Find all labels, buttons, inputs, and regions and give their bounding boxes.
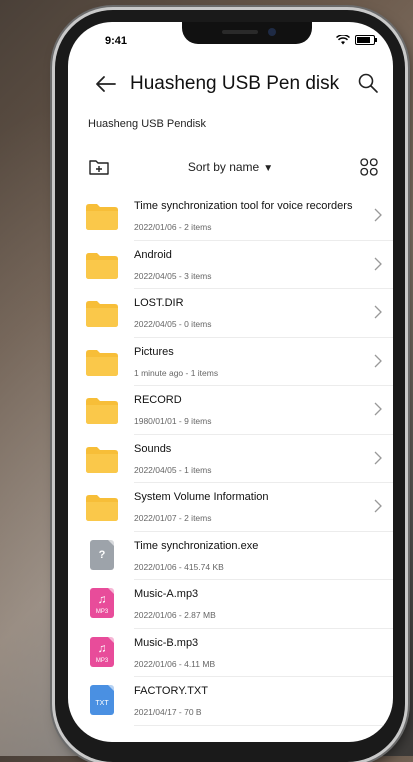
chevron-right-icon (374, 257, 382, 270)
phone-screen: 9:41 Huasheng USB Pen disk Huasheng USB … (68, 22, 393, 742)
app-bar: Huasheng USB Pen disk (68, 66, 393, 106)
folder-icon (86, 349, 118, 376)
list-toolbar: Sort by name ▼ (68, 154, 393, 184)
sort-dropdown[interactable]: Sort by name ▼ (68, 160, 393, 174)
item-name: RECORD (134, 394, 182, 406)
status-time: 9:41 (105, 35, 128, 47)
item-name: Pictures (134, 345, 174, 358)
item-name: Music-A.mp3 (134, 588, 199, 600)
file-type-tag: MP3 (95, 657, 109, 664)
item-name: Time synchronization.exe (134, 539, 259, 552)
folder-row[interactable]: Android 2022/04/05 - 3 items (68, 241, 393, 289)
file-row[interactable]: ♫ MP3 Music-A.mp3 2022/01/06 - 2.87 MB (68, 580, 393, 629)
file-type-tag: MP3 (95, 609, 109, 615)
item-name: Android (134, 248, 172, 261)
chevron-right-icon (374, 499, 382, 513)
battery-icon (355, 35, 377, 45)
file-list: Time synchronization tool for voice reco… (68, 192, 393, 726)
folder-icon (86, 204, 118, 230)
item-meta: 2022/01/06 - 2 items (134, 222, 212, 232)
item-name: Time synchronization tool for voice reco… (134, 200, 353, 212)
item-meta: 2022/04/05 - 0 items (134, 319, 212, 329)
item-meta: 2021/04/17 - 70 B (134, 707, 202, 717)
grid-view-icon[interactable] (359, 157, 379, 177)
item-meta: 2022/01/06 - 4.11 MB (134, 658, 216, 669)
chevron-right-icon (374, 354, 382, 367)
folder-row[interactable]: LOST.DIR 2022/04/05 - 0 items (68, 289, 393, 338)
chevron-right-icon (374, 451, 382, 464)
item-name: Music-B.mp3 (134, 636, 199, 649)
file-row[interactable]: ? Time synchronization.exe 2022/01/06 - 41… (68, 532, 393, 580)
folder-icon (86, 446, 118, 473)
row-divider (134, 724, 393, 726)
sort-label: Sort by name (187, 160, 260, 174)
folder-icon (86, 252, 118, 279)
chevron-right-icon (374, 402, 382, 416)
folder-row[interactable]: Sounds 2022/04/05 - 1 items (68, 435, 393, 483)
file-row[interactable]: ♫ MP3 Music-B.mp3 2022/01/06 - 4.11 MB (68, 629, 393, 677)
music-file-icon: ♫ MP3 (90, 636, 114, 667)
item-meta: 1 minute ago - 1 items (134, 367, 219, 378)
folder-row[interactable]: System Volume Information 2022/01/07 - 2 … (68, 483, 393, 532)
folder-icon (86, 398, 118, 424)
item-meta: 2022/01/07 - 2 items (134, 513, 212, 523)
item-name: System Volume Information (134, 491, 269, 503)
file-type-tag: TXT (95, 700, 109, 707)
item-name: LOST.DIR (134, 297, 184, 309)
file-type-glyph: ? (98, 548, 106, 561)
item-meta: 2022/04/05 - 1 items (134, 464, 212, 475)
item-meta: 2022/04/05 - 3 items (134, 270, 212, 281)
chevron-right-icon (374, 305, 382, 319)
folder-row[interactable]: Pictures 1 minute ago - 1 items (68, 338, 393, 386)
breadcrumb[interactable]: Huasheng USB Pendisk (88, 118, 206, 130)
status-bar: 9:41 (68, 22, 393, 52)
item-meta: 2022/01/06 - 415.74 KB (134, 561, 224, 572)
file-row[interactable]: TXT FACTORY.TXT 2021/04/17 - 70 B (68, 677, 393, 726)
file-type-glyph: ♫ (97, 592, 107, 606)
item-meta: 1980/01/01 - 9 items (134, 416, 212, 426)
file-type-glyph: ♫ (97, 640, 107, 655)
item-name: FACTORY.TXT (134, 685, 208, 697)
text-file-icon: TXT (90, 685, 114, 715)
folder-icon (86, 495, 118, 521)
unknown-file-icon: ? (90, 539, 114, 570)
folder-icon (86, 301, 118, 327)
item-name: Sounds (134, 442, 172, 455)
folder-row[interactable]: Time synchronization tool for voice reco… (68, 192, 393, 241)
page-title: Huasheng USB Pen disk (130, 73, 340, 94)
chevron-right-icon (374, 208, 382, 222)
music-file-icon: ♫ MP3 (90, 588, 114, 618)
item-meta: 2022/01/06 - 2.87 MB (134, 610, 216, 620)
folder-row[interactable]: RECORD 1980/01/01 - 9 items (68, 386, 393, 435)
system-icons (336, 35, 377, 45)
search-icon[interactable] (357, 72, 379, 94)
caret-down-icon: ▼ (263, 163, 274, 174)
wifi-icon (336, 35, 350, 45)
back-arrow-icon[interactable] (94, 72, 118, 96)
